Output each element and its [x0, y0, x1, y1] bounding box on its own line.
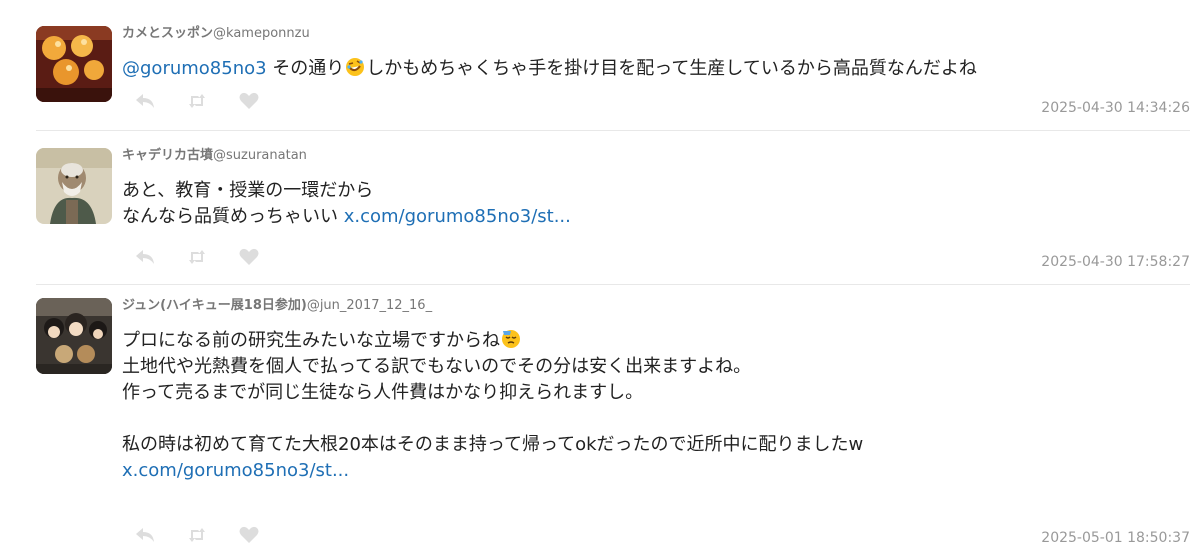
reply-icon[interactable] [134, 92, 156, 110]
timestamp[interactable]: 2025-05-01 18:50:37 [1041, 530, 1190, 546]
tweet-actions [134, 92, 260, 110]
mention-link[interactable]: @gorumo85no3 [122, 58, 267, 79]
egg-yolks-photo [36, 26, 112, 102]
avatar[interactable] [36, 148, 112, 224]
retweet-icon[interactable] [186, 92, 208, 110]
text-line: なんなら品質めっちゃいい x.com/gorumo85no3/st... [122, 204, 1182, 230]
text-line: プロになる前の研究生みたいな立場ですからね [122, 328, 1182, 354]
retweet-icon[interactable] [186, 526, 208, 544]
text-line: 私の時は初めて育てた大根20本はそのまま持って帰ってokだったので近所中に配りま… [122, 434, 864, 455]
user-handle[interactable]: @jun_2017_12_16_ [307, 298, 432, 313]
text-line: x.com/gorumo85no3/st... [122, 458, 1182, 484]
divider [36, 130, 1190, 131]
tweet-text: @gorumo85no3 その通り しかもめちゃくちゃ手を掛け目を配って生産してい… [122, 56, 1182, 82]
tweet-text: プロになる前の研究生みたいな立場ですからね 土地代や光熱費を個人で払ってる訳でも… [122, 328, 1182, 484]
like-heart-icon[interactable] [238, 248, 260, 266]
tweet-actions [134, 526, 260, 544]
avatar[interactable] [36, 298, 112, 374]
text-line: 土地代や光熱費を個人で払ってる訳でもないのでその分は安く出来ますよね。 [122, 356, 752, 377]
text-segment: その通り [266, 58, 345, 79]
timestamp[interactable]: 2025-04-30 17:58:27 [1041, 254, 1190, 270]
tweet-item: カメとスッポン@kameponnzu @gorumo85no3 その通り しかもめ… [0, 18, 1200, 130]
tweet-header: キャデリカ古墳@suzuranatan [122, 148, 307, 164]
divider [36, 284, 1190, 285]
reply-icon[interactable] [134, 248, 156, 266]
like-heart-icon[interactable] [238, 92, 260, 110]
tweet-item: キャデリカ古墳@suzuranatan あと、教育・授業の一環だから なんなら品… [0, 140, 1200, 282]
text-line: 作って売るまでが同じ生徒なら人件費はかなり抑えられますし。 [122, 382, 644, 403]
text-segment: しかもめちゃくちゃ手を掛け目を配って生産しているから高品質なんだよね [366, 58, 977, 79]
display-name[interactable]: ジュン(ハイキュー展18日参加) [122, 298, 307, 313]
like-heart-icon[interactable] [238, 526, 260, 544]
tweet-header: カメとスッポン@kameponnzu [122, 26, 310, 42]
old-man-illustration [36, 148, 112, 224]
display-name[interactable]: キャデリカ古墳 [122, 148, 213, 163]
tweet-text: あと、教育・授業の一環だから なんなら品質めっちゃいい x.com/gorumo… [122, 178, 1182, 230]
avatar[interactable] [36, 26, 112, 102]
tweet-actions [134, 248, 260, 266]
figures-photo [36, 298, 112, 374]
text-line [122, 406, 1182, 432]
tweet-header: ジュン(ハイキュー展18日参加)@jun_2017_12_16_ [122, 298, 432, 314]
retweet-icon[interactable] [186, 248, 208, 266]
tweet-item: ジュン(ハイキュー展18日参加)@jun_2017_12_16_ プロになる前の… [0, 290, 1200, 557]
rofl-emoji [345, 57, 365, 77]
text-segment: なんなら品質めっちゃいい [122, 206, 344, 227]
text-line: @gorumo85no3 その通り しかもめちゃくちゃ手を掛け目を配って生産してい… [122, 56, 1182, 82]
tweet-link[interactable]: x.com/gorumo85no3/st... [122, 460, 349, 481]
reply-icon[interactable] [134, 526, 156, 544]
timestamp[interactable]: 2025-04-30 14:34:26 [1041, 100, 1190, 116]
user-handle[interactable]: @suzuranatan [213, 148, 307, 163]
tweet-link[interactable]: x.com/gorumo85no3/st... [344, 206, 571, 227]
text-line: あと、教育・授業の一環だから [122, 180, 374, 201]
relieved-sweat-emoji [501, 329, 521, 349]
display-name[interactable]: カメとスッポン [122, 26, 213, 41]
text-segment: プロになる前の研究生みたいな立場ですからね [122, 330, 500, 351]
user-handle[interactable]: @kameponnzu [213, 26, 310, 41]
reply-timeline: カメとスッポン@kameponnzu @gorumo85no3 その通り しかもめ… [0, 0, 1200, 557]
